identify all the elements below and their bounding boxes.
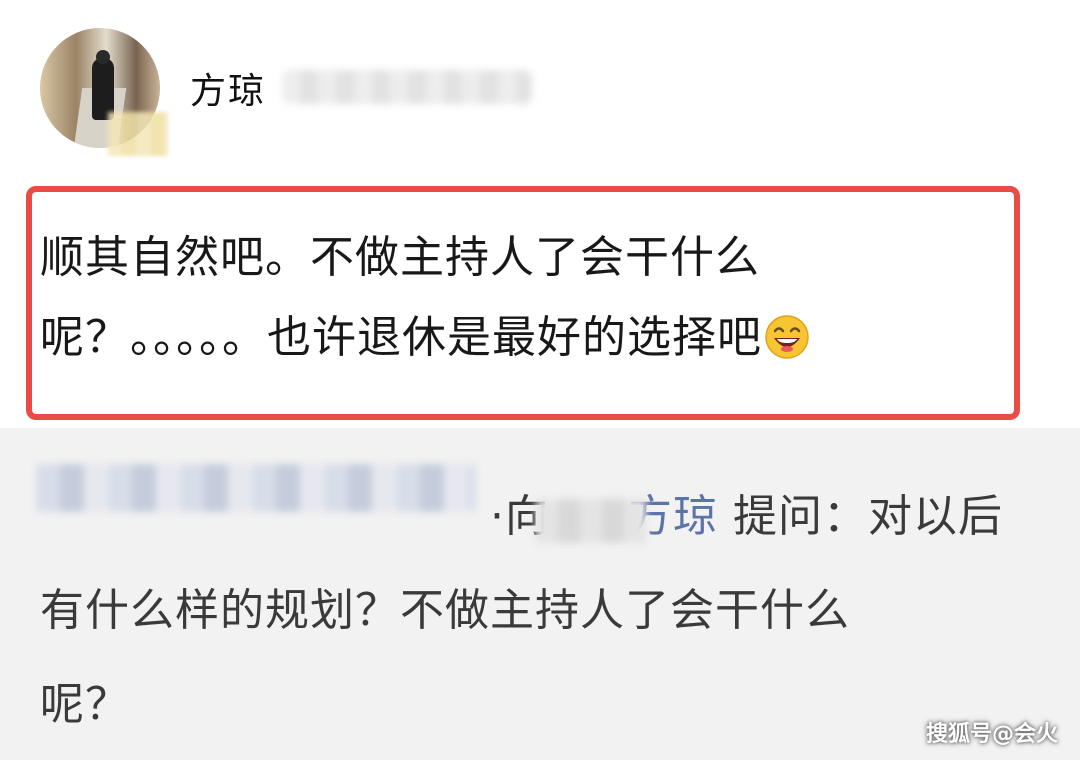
question-line-2: 有什么样的规划？不做主持人了会干什么 (40, 585, 850, 636)
question-text: ·向 方琼 提问：对以后 有什么样的规划？不做主持人了会干什么 呢？ (40, 470, 1050, 752)
watermark: 搜狐号@会火 (925, 722, 1058, 747)
avatar-person-figure (92, 58, 114, 120)
question-line-3: 呢？ (40, 679, 130, 730)
blurred-badge (108, 112, 168, 156)
post-content: 顺其自然吧。不做主持人了会干什么 呢？。。。。。也许退休是最好的选择吧 (40, 218, 1020, 378)
blurred-mention-prefix (550, 497, 628, 541)
post-line-2: 呢？。。。。。也许退休是最好的选择吧 (40, 298, 1020, 378)
question-line-1-text: 提问：对以后 (718, 491, 1003, 542)
answer-section: ·向 方琼 提问：对以后 有什么样的规划？不做主持人了会干什么 呢？ (0, 428, 1080, 760)
question-line-1: ·向 方琼 提问：对以后 (40, 470, 1050, 564)
avatar-person-head (96, 50, 110, 64)
blurred-user-meta (282, 70, 532, 104)
post-header: 方琼 (0, 0, 1080, 180)
laughing-emoji-icon (765, 315, 809, 359)
username[interactable]: 方琼 (190, 62, 266, 114)
post-line-2-text: 呢？。。。。。也许退休是最好的选择吧 (40, 312, 762, 363)
post-line-1: 顺其自然吧。不做主持人了会干什么 (40, 232, 760, 283)
